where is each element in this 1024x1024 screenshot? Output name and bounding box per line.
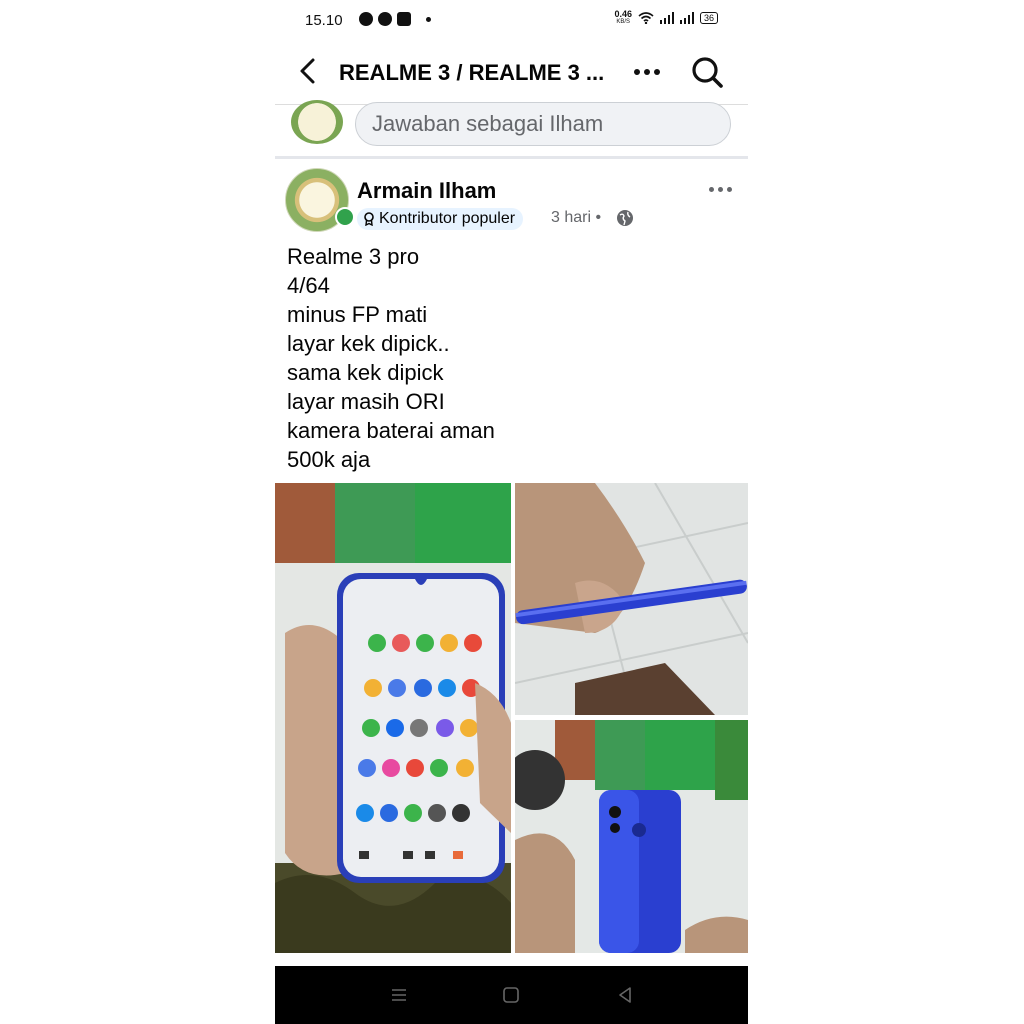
post-timestamp[interactable]: 3 hari • [551, 209, 601, 227]
battery-icon: 36 [699, 12, 718, 24]
author-name[interactable]: Armain Ilham [357, 178, 496, 204]
page-title: REALME 3 / REALME 3 ... [339, 60, 605, 85]
badge-label: Kontributor populer [379, 210, 516, 227]
online-status-dot [335, 207, 355, 227]
network-speed-unit: KB/S [616, 19, 631, 25]
signal-icon-1 [659, 12, 674, 24]
post-line: Realme 3 pro [287, 244, 420, 269]
menu-icon[interactable] [389, 985, 409, 1005]
more-horizontal-icon[interactable] [630, 62, 664, 82]
post-body: Realme 3 pro 4/64 minus FP mati layar ke… [287, 242, 727, 474]
status-right: 0.46 KB/S 36 [614, 10, 718, 26]
photo-phone-back [515, 720, 748, 953]
next-post-peek [275, 953, 748, 967]
post-line: 4/64 [287, 273, 330, 298]
status-time: 15.10 [305, 12, 343, 29]
more-notifications-dot [426, 16, 431, 22]
contributor-badge[interactable]: Kontributor populer [357, 208, 524, 230]
search-icon[interactable] [689, 54, 725, 90]
chevron-left-icon[interactable] [295, 56, 321, 86]
whatsapp-icon [378, 12, 392, 26]
network-speed-value: 0.46 [614, 9, 632, 19]
back-triangle-icon[interactable] [615, 985, 635, 1005]
photo-phone-side [515, 483, 748, 715]
post-photo-3[interactable] [515, 720, 748, 953]
post-line: sama kek dipick [287, 360, 444, 385]
photo-phone-front [275, 483, 511, 953]
status-bar: 15.10 0.46 KB/S 36 [275, 0, 748, 40]
post-line: layar kek dipick.. [287, 331, 450, 356]
post-photo-2[interactable] [515, 483, 748, 715]
messenger-icon [359, 12, 373, 26]
avatar [291, 100, 343, 144]
award-icon [364, 212, 374, 226]
wifi-icon [638, 12, 654, 24]
meta-separator: • [595, 209, 602, 226]
post-photo-1[interactable] [275, 483, 511, 953]
post-line: kamera baterai aman [287, 418, 495, 443]
phone-screen: 15.10 0.46 KB/S 36 REALME 3 / REALME 3 .… [275, 0, 748, 1024]
signal-icon-2 [679, 12, 694, 24]
post-line: 500k aja [287, 447, 371, 472]
post-line: minus FP mati [287, 302, 428, 327]
notification-icons [359, 12, 431, 26]
post-options-icon[interactable] [709, 182, 739, 196]
network-speed: 0.46 KB/S [614, 10, 632, 26]
post-line: layar masih ORI [287, 389, 445, 414]
post-time-text: 3 hari [551, 209, 592, 226]
reply-row: Jawaban sebagai Ilham [275, 100, 748, 154]
app-header: REALME 3 / REALME 3 ... [275, 40, 748, 105]
reply-input[interactable]: Jawaban sebagai Ilham [355, 102, 731, 146]
globe-icon [617, 210, 633, 226]
section-divider [275, 156, 748, 159]
home-icon[interactable] [501, 985, 521, 1005]
system-navigation-bar [275, 966, 748, 1024]
shopping-bag-icon [397, 12, 411, 26]
